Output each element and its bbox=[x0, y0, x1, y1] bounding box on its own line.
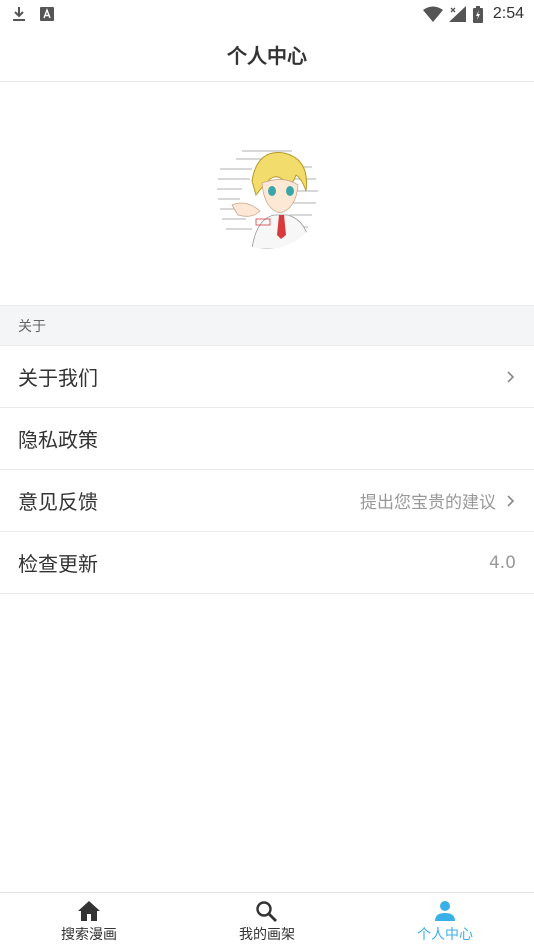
download-icon bbox=[13, 7, 25, 21]
search-icon bbox=[256, 900, 277, 922]
bottom-nav: 搜索漫画 我的画架 个人中心 bbox=[0, 892, 534, 950]
menu-item-check-update[interactable]: 检查更新 4.0 bbox=[0, 532, 534, 594]
menu-item-feedback[interactable]: 意见反馈 提出您宝贵的建议 bbox=[0, 470, 534, 532]
page-title: 个人中心 bbox=[227, 44, 307, 68]
home-icon bbox=[78, 900, 100, 921]
nav-item-search-comics[interactable]: 搜索漫画 bbox=[0, 893, 178, 950]
nav-item-my-shelf[interactable]: 我的画架 bbox=[178, 893, 356, 950]
page-header: 个人中心 bbox=[0, 28, 534, 82]
nav-item-profile[interactable]: 个人中心 bbox=[356, 893, 534, 950]
nav-label: 我的画架 bbox=[239, 926, 295, 943]
menu-item-label: 关于我们 bbox=[18, 366, 98, 390]
feedback-hint: 提出您宝贵的建议 bbox=[360, 493, 496, 513]
status-right: 2:54 bbox=[422, 5, 524, 23]
version-value: 4.0 bbox=[488, 552, 516, 573]
menu-item-privacy-policy[interactable]: 隐私政策 bbox=[0, 408, 534, 470]
avatar-area bbox=[0, 82, 534, 305]
status-time: 2:54 bbox=[492, 5, 524, 22]
status-left bbox=[12, 6, 54, 22]
battery-icon bbox=[472, 5, 483, 23]
avatar[interactable] bbox=[212, 138, 322, 249]
about-section-header: 关于 bbox=[0, 305, 534, 346]
chevron-right-icon bbox=[507, 370, 515, 383]
section-title: 关于 bbox=[18, 318, 46, 335]
person-icon bbox=[435, 900, 455, 921]
nav-label: 搜索漫画 bbox=[61, 926, 117, 943]
status-bar: 2:54 bbox=[0, 0, 534, 28]
menu-item-label: 检查更新 bbox=[18, 552, 98, 576]
chevron-right-icon bbox=[507, 494, 515, 507]
menu-item-about-us[interactable]: 关于我们 bbox=[0, 346, 534, 408]
about-menu-list: 关于我们 隐私政策 意见反馈 提出您宝贵的建议 检查更新 4.0 bbox=[0, 346, 534, 594]
wifi-icon bbox=[422, 6, 443, 22]
menu-item-label: 意见反馈 bbox=[18, 490, 98, 514]
menu-item-right: 提出您宝贵的建议 bbox=[360, 488, 516, 513]
anime-avatar-image bbox=[212, 138, 322, 249]
menu-item-right bbox=[506, 370, 516, 384]
signal-icon bbox=[448, 6, 466, 22]
a-notification-icon bbox=[40, 7, 54, 21]
menu-item-right: 4.0 bbox=[489, 553, 516, 573]
nav-label: 个人中心 bbox=[417, 926, 473, 943]
menu-item-label: 隐私政策 bbox=[18, 428, 98, 452]
